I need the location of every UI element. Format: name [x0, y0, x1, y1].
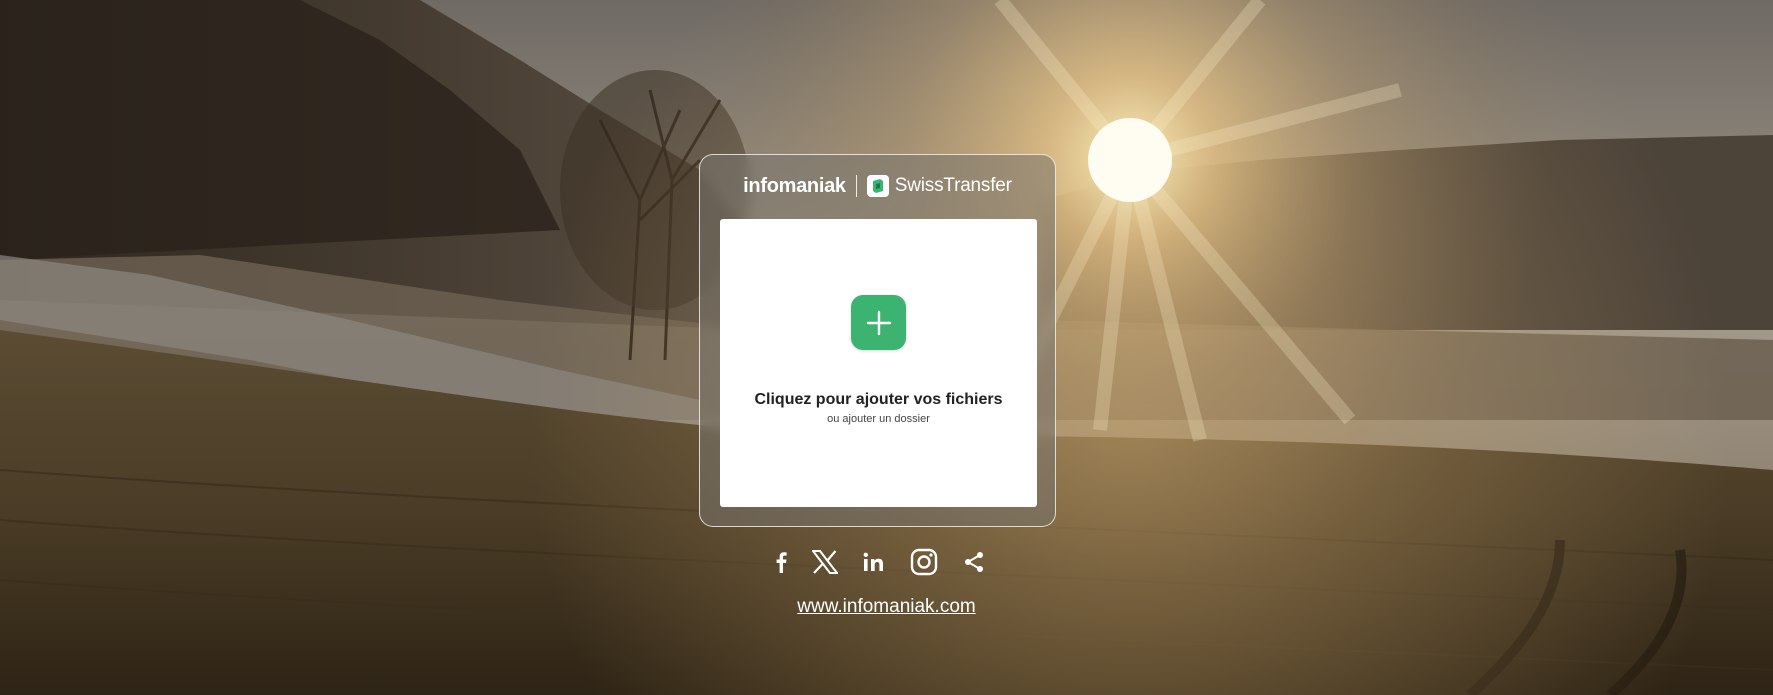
infomaniak-website-link[interactable]: www.infomaniak.com [0, 596, 1773, 618]
brand-divider [855, 175, 857, 197]
x-twitter-icon[interactable] [812, 548, 838, 576]
brand-header: infomaniak SwissTransfer [700, 173, 1055, 199]
dropzone-title[interactable]: Cliquez pour ajouter vos fichiers [720, 391, 1037, 409]
facebook-icon[interactable] [775, 548, 787, 576]
linkedin-icon[interactable] [863, 548, 885, 576]
swisstransfer-logo-text: SwissTransfer [894, 175, 1012, 196]
instagram-icon[interactable] [910, 548, 938, 576]
plus-icon [866, 310, 891, 335]
social-links [775, 548, 985, 576]
share-icon[interactable] [963, 548, 985, 576]
add-folder-link[interactable]: ou ajouter un dossier [720, 413, 1037, 425]
swisstransfer-logo-icon [866, 175, 889, 197]
infomaniak-logo-text: infomaniak [743, 174, 846, 197]
add-files-button[interactable] [851, 295, 906, 350]
upload-card: infomaniak SwissTransfer Cliquez pour aj… [699, 154, 1056, 527]
file-dropzone[interactable]: Cliquez pour ajouter vos fichiers ou ajo… [720, 219, 1037, 507]
